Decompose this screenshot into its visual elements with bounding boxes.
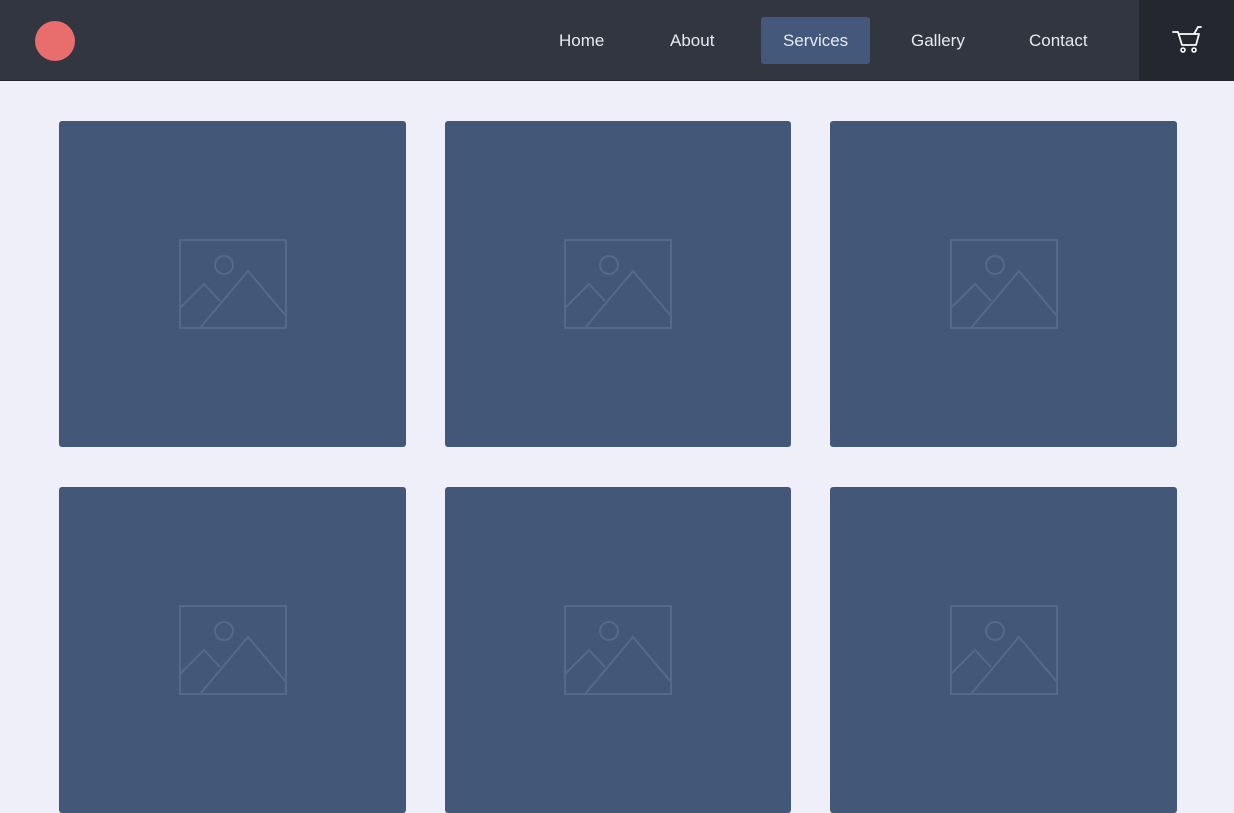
nav-item-gallery[interactable]: Gallery: [889, 17, 987, 64]
top-navigation-bar: Home About Services Gallery Contact: [0, 0, 1234, 81]
gallery-card[interactable]: [59, 121, 406, 447]
image-placeholder-icon: [178, 239, 287, 329]
nav-item-about[interactable]: About: [648, 17, 736, 64]
gallery-card[interactable]: [445, 121, 791, 447]
nav-item-home[interactable]: Home: [537, 17, 626, 64]
image-placeholder-icon: [949, 239, 1058, 329]
gallery-card[interactable]: [830, 121, 1177, 447]
nav-item-services[interactable]: Services: [761, 17, 871, 64]
logo[interactable]: [35, 21, 75, 61]
cart-icon: [1171, 26, 1202, 53]
gallery-card[interactable]: [445, 487, 791, 813]
gallery-card[interactable]: [830, 487, 1177, 813]
image-placeholder-icon: [178, 605, 287, 695]
image-placeholder-icon: [564, 239, 672, 329]
cart-button[interactable]: [1139, 0, 1234, 80]
nav-item-contact[interactable]: Contact: [1007, 17, 1110, 64]
image-placeholder-icon: [949, 605, 1058, 695]
image-placeholder-icon: [564, 605, 672, 695]
gallery-card[interactable]: [59, 487, 406, 813]
